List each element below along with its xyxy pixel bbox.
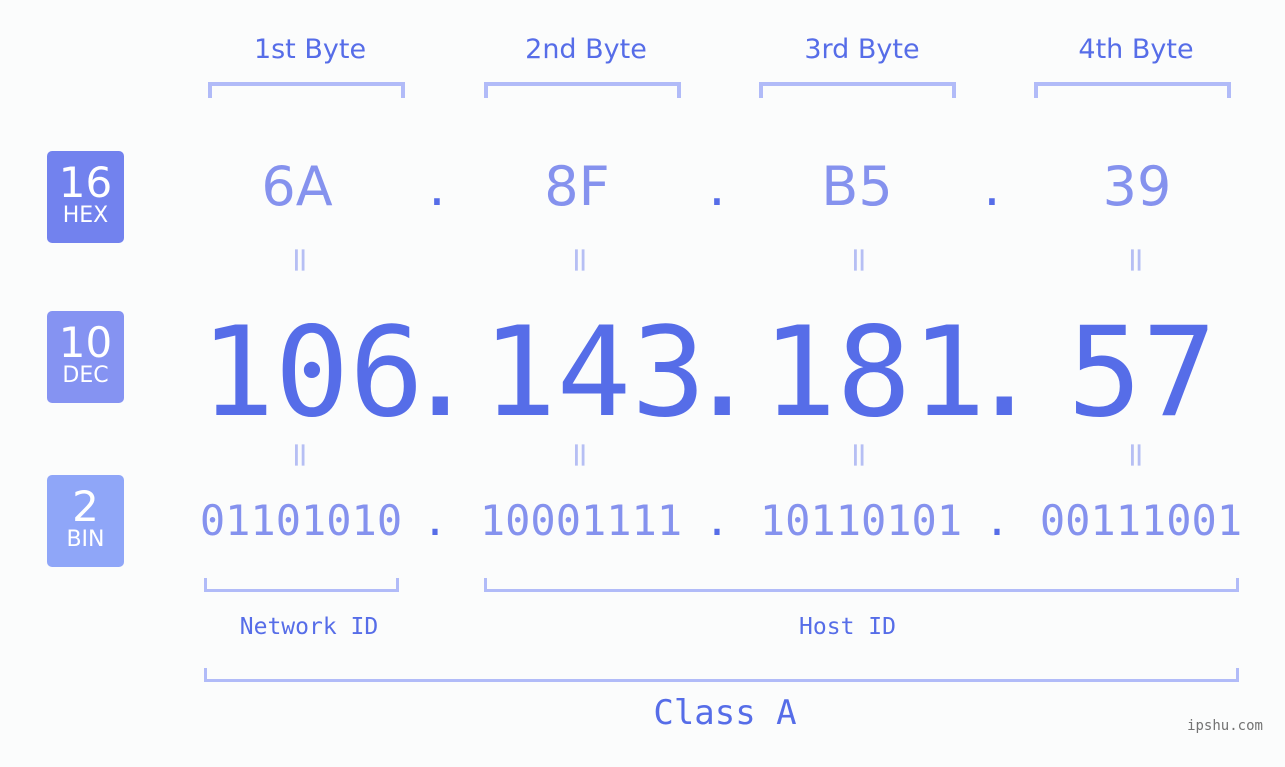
- hex-separator-3: .: [983, 155, 1001, 218]
- hex-badge: 16 HEX: [47, 151, 124, 243]
- byte-header-4: 4th Byte: [1078, 34, 1194, 65]
- hex-badge-base: 16: [58, 158, 113, 207]
- bin-separator-2: .: [704, 496, 730, 545]
- equals-icon: =: [280, 440, 320, 470]
- bin-value-4: 00111001: [1039, 496, 1243, 545]
- byte-header-1: 1st Byte: [253, 34, 367, 65]
- equals-icon: =: [280, 245, 320, 275]
- equals-icon: =: [560, 245, 600, 275]
- host-id-bracket: [484, 578, 1239, 592]
- bin-badge-base: 2: [72, 482, 99, 531]
- byte-header-2: 2nd Byte: [525, 34, 647, 65]
- bin-value-2: 10001111: [479, 496, 683, 545]
- dec-separator-2: .: [685, 301, 760, 445]
- dec-badge-label: DEC: [62, 363, 109, 388]
- hex-value-4: 39: [1102, 155, 1172, 218]
- hex-value-1: 6A: [261, 155, 333, 218]
- dec-badge: 10 DEC: [47, 311, 124, 403]
- bin-separator-3: .: [984, 496, 1010, 545]
- equals-icon: =: [1116, 440, 1156, 470]
- equals-icon: =: [1116, 245, 1156, 275]
- class-bracket: [204, 668, 1239, 682]
- hex-value-3: B5: [821, 155, 893, 218]
- bin-badge-label: BIN: [66, 527, 105, 552]
- network-id-bracket: [204, 578, 399, 592]
- dec-separator-3: .: [967, 301, 1042, 445]
- host-id-label: Host ID: [799, 614, 896, 640]
- dec-separator-1: .: [403, 301, 478, 445]
- equals-icon: =: [839, 440, 879, 470]
- class-label: Class A: [653, 693, 797, 733]
- byte-bracket-3: [759, 82, 956, 98]
- byte-bracket-2: [484, 82, 681, 98]
- bin-separator-1: .: [422, 496, 448, 545]
- network-id-label: Network ID: [239, 614, 379, 640]
- watermark: ipshu.com: [1187, 718, 1263, 734]
- dec-badge-base: 10: [58, 318, 113, 367]
- bin-value-1: 01101010: [199, 496, 403, 545]
- equals-icon: =: [839, 245, 879, 275]
- equals-icon: =: [560, 440, 600, 470]
- bin-badge: 2 BIN: [47, 475, 124, 567]
- byte-bracket-4: [1034, 82, 1231, 98]
- hex-value-2: 8F: [544, 155, 610, 218]
- hex-badge-label: HEX: [62, 203, 109, 228]
- byte-bracket-1: [208, 82, 405, 98]
- byte-header-3: 3rd Byte: [804, 34, 920, 65]
- hex-separator-1: .: [428, 155, 446, 218]
- bin-value-3: 10110101: [759, 496, 963, 545]
- hex-separator-2: .: [708, 155, 726, 218]
